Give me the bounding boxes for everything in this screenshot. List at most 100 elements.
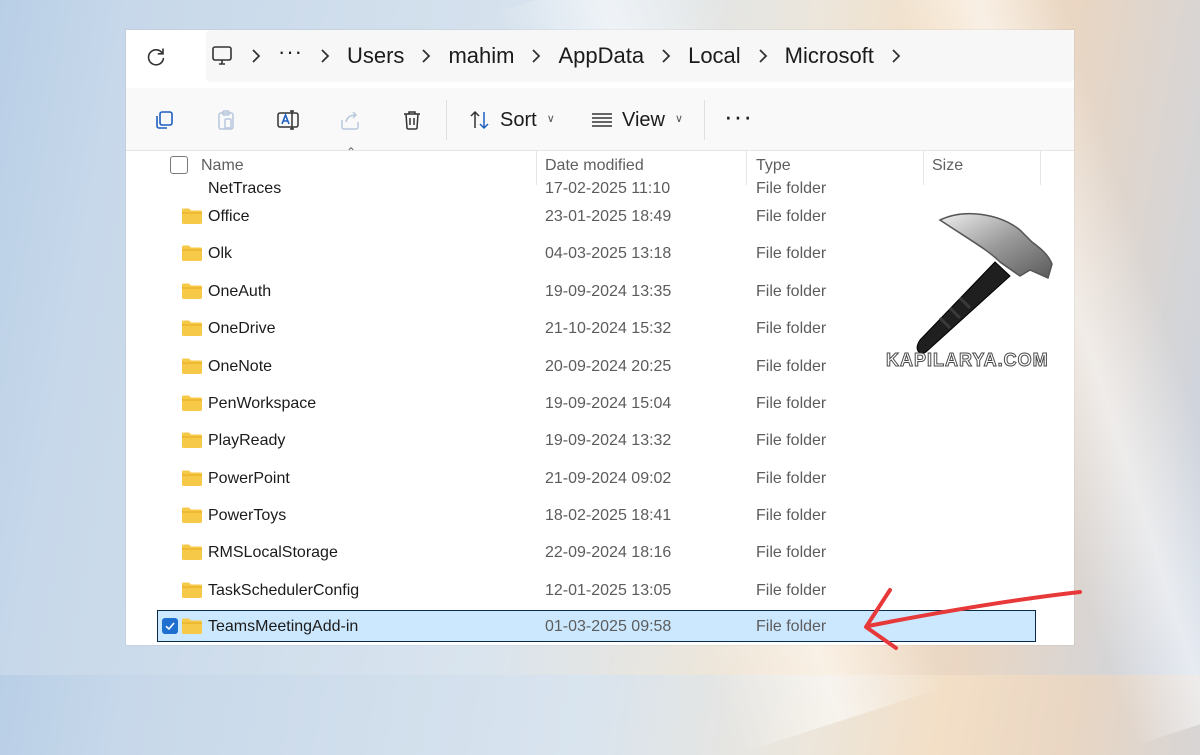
breadcrumb-overflow[interactable]: ···: [278, 39, 303, 65]
item-type: File folder: [756, 582, 827, 599]
list-item[interactable]: PenWorkspace 19-09-2024 15:04 File folde…: [158, 388, 1034, 420]
item-date: 19-09-2024 13:32: [545, 432, 672, 449]
toolbar-divider: [704, 100, 705, 140]
item-checkbox-checked[interactable]: [162, 618, 178, 634]
chevron-right-icon[interactable]: [660, 48, 672, 64]
list-item[interactable]: PowerToys 18-02-2025 18:41 File folder: [158, 500, 1034, 532]
this-pc-icon[interactable]: [210, 44, 234, 68]
chevron-right-icon[interactable]: [420, 48, 432, 64]
folder-icon: [182, 208, 202, 224]
item-type: File folder: [756, 618, 827, 635]
item-date: 21-10-2024 15:32: [545, 320, 672, 337]
refresh-icon[interactable]: [144, 45, 168, 69]
item-type: File folder: [756, 395, 827, 412]
column-name[interactable]: Name: [201, 157, 244, 175]
sort-button[interactable]: Sort ∨: [468, 102, 555, 138]
view-button[interactable]: View ∨: [590, 102, 683, 138]
item-name: TaskSchedulerConfig: [208, 582, 360, 599]
folder-icon: [182, 320, 202, 336]
more-options-button[interactable]: ···: [724, 103, 753, 129]
folder-icon: [182, 618, 202, 634]
item-date: 21-09-2024 09:02: [545, 470, 672, 487]
breadcrumb-microsoft[interactable]: Microsoft: [785, 43, 874, 69]
item-date: 19-09-2024 15:04: [545, 395, 672, 412]
folder-icon: [182, 358, 202, 374]
chevron-right-icon[interactable]: [250, 48, 262, 64]
item-type: File folder: [756, 507, 827, 524]
item-date: 17-02-2025 11:10: [545, 180, 671, 197]
delete-icon[interactable]: [400, 108, 424, 132]
chevron-down-icon: ∨: [675, 112, 684, 125]
folder-icon: [182, 283, 202, 299]
item-date: 23-01-2025 18:49: [545, 208, 672, 225]
folder-icon: [182, 582, 202, 598]
chevron-down-icon: ∨: [546, 112, 555, 125]
rename-icon[interactable]: [276, 108, 300, 132]
chevron-right-icon[interactable]: [530, 48, 542, 64]
item-date: 01-03-2025 09:58: [545, 618, 672, 635]
address-bar: ··· Users mahim AppData Local Microsoft: [126, 30, 1074, 88]
item-name: OneDrive: [208, 320, 276, 337]
sort-icon: [470, 110, 489, 130]
view-label: View: [622, 108, 665, 131]
item-name: PlayReady: [208, 432, 286, 449]
item-name: Office: [208, 208, 250, 225]
list-item[interactable]: PowerPoint 21-09-2024 09:02 File folder: [158, 463, 1034, 495]
list-item[interactable]: PlayReady 19-09-2024 13:32 File folder: [158, 425, 1034, 457]
paste-icon[interactable]: [214, 108, 238, 132]
folder-icon: [182, 432, 202, 448]
sort-label: Sort: [500, 108, 537, 131]
item-date: 22-09-2024 18:16: [545, 544, 672, 561]
list-item[interactable]: TaskSchedulerConfig 12-01-2025 13:05 Fil…: [158, 575, 1034, 607]
folder-icon: [182, 544, 202, 560]
item-date: 20-09-2024 20:25: [545, 358, 672, 375]
item-name: NetTraces: [208, 180, 282, 197]
column-size[interactable]: Size: [932, 157, 963, 175]
item-type: File folder: [756, 245, 827, 262]
breadcrumb-appdata[interactable]: AppData: [558, 43, 644, 69]
item-type: File folder: [756, 544, 827, 561]
chevron-right-icon[interactable]: [757, 48, 769, 64]
item-name: RMSLocalStorage: [208, 544, 338, 561]
item-date: 18-02-2025 18:41: [545, 507, 672, 524]
item-name: PowerPoint: [208, 470, 290, 487]
command-bar: Sort ∨ View ∨ ···: [126, 88, 1074, 151]
copy-icon[interactable]: [152, 108, 176, 132]
chevron-right-icon[interactable]: [319, 48, 331, 64]
column-type[interactable]: Type: [756, 157, 791, 175]
breadcrumb-users[interactable]: Users: [347, 43, 404, 69]
checkmark-icon: [165, 622, 175, 631]
chevron-right-icon[interactable]: [890, 48, 902, 64]
item-type: File folder: [756, 470, 827, 487]
folder-icon: [182, 507, 202, 523]
watermark-text: KAPILARYA.COM: [886, 350, 1049, 371]
select-all-checkbox[interactable]: [170, 156, 188, 174]
breadcrumb-mahim[interactable]: mahim: [448, 43, 514, 69]
item-name: OneAuth: [208, 283, 272, 300]
item-type: File folder: [756, 180, 827, 197]
item-date: 19-09-2024 13:35: [545, 283, 672, 300]
column-date-modified[interactable]: Date modified: [545, 157, 644, 175]
column-header: ⌃ Name Date modified Type Size: [126, 145, 1074, 185]
folder-icon: [182, 395, 202, 411]
item-name: PowerToys: [208, 507, 287, 524]
breadcrumb: ··· Users mahim AppData Local Microsoft: [206, 30, 1074, 82]
list-item[interactable]: RMSLocalStorage 22-09-2024 18:16 File fo…: [158, 537, 1034, 569]
list-item-selected[interactable]: TeamsMeetingAdd-in 01-03-2025 09:58 File…: [157, 610, 1036, 642]
item-type: File folder: [756, 208, 827, 225]
sort-caret-icon: ⌃: [346, 145, 357, 159]
item-type: File folder: [756, 283, 827, 300]
view-icon: [592, 113, 612, 127]
breadcrumb-local[interactable]: Local: [688, 43, 741, 69]
folder-icon: [182, 470, 202, 486]
item-name: PenWorkspace: [208, 395, 317, 412]
item-type: File folder: [756, 320, 827, 337]
item-type: File folder: [756, 358, 827, 375]
item-type: File folder: [756, 432, 827, 449]
toolbar-divider: [446, 100, 447, 140]
item-name: OneNote: [208, 358, 273, 375]
item-name: TeamsMeetingAdd-in: [208, 618, 359, 635]
folder-icon: [182, 245, 202, 261]
item-name: Olk: [208, 245, 232, 262]
share-icon[interactable]: [338, 108, 362, 132]
